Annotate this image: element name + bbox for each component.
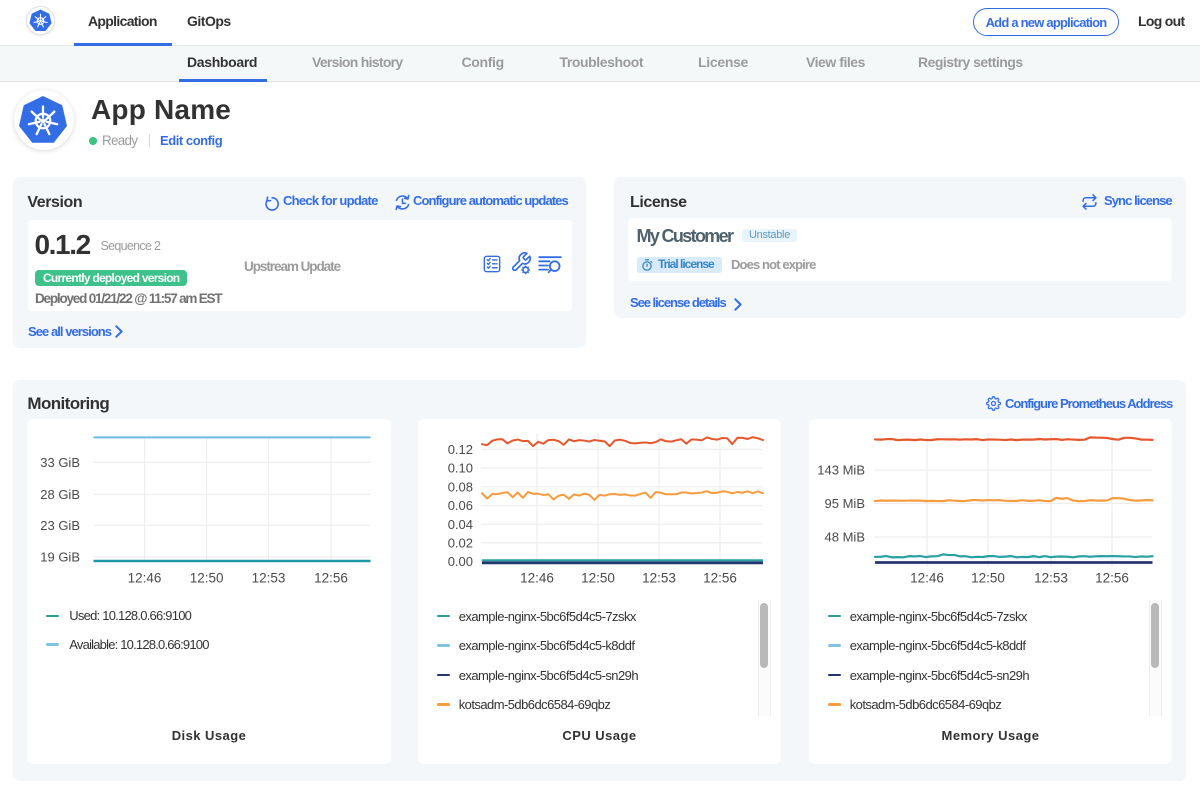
svg-text:12:46: 12:46: [520, 571, 554, 586]
svg-text:48 MiB: 48 MiB: [825, 530, 865, 545]
svg-text:12:46: 12:46: [128, 571, 162, 586]
svg-text:0.04: 0.04: [448, 517, 473, 532]
svg-text:12:56: 12:56: [1095, 571, 1129, 586]
svg-text:19 GiB: 19 GiB: [40, 550, 80, 565]
svg-text:0.02: 0.02: [448, 536, 473, 551]
svg-text:12:56: 12:56: [314, 571, 348, 586]
svg-text:12:50: 12:50: [581, 571, 615, 586]
svg-text:12:46: 12:46: [910, 571, 944, 586]
svg-text:95 MiB: 95 MiB: [825, 496, 865, 511]
svg-text:12:53: 12:53: [1034, 571, 1068, 586]
svg-text:0.06: 0.06: [448, 498, 473, 513]
svg-text:33 GiB: 33 GiB: [40, 455, 80, 470]
svg-text:12:53: 12:53: [642, 571, 676, 586]
svg-text:12:56: 12:56: [703, 571, 737, 586]
svg-text:143 MiB: 143 MiB: [817, 463, 865, 478]
svg-text:0.00: 0.00: [448, 554, 473, 569]
svg-text:28 GiB: 28 GiB: [40, 487, 80, 502]
svg-text:0.08: 0.08: [448, 479, 473, 494]
svg-text:12:53: 12:53: [252, 571, 286, 586]
svg-text:12:50: 12:50: [971, 571, 1005, 586]
svg-text:0.12: 0.12: [448, 442, 473, 457]
svg-text:23 GiB: 23 GiB: [40, 518, 80, 533]
svg-text:0.10: 0.10: [448, 461, 473, 476]
svg-text:12:50: 12:50: [190, 571, 224, 586]
